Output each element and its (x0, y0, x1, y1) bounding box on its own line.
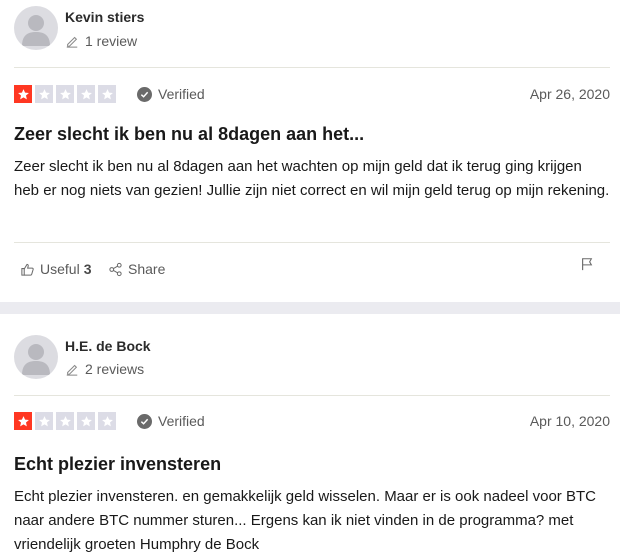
checkmark-icon (137, 86, 152, 102)
review-count-label: 1 review (85, 33, 138, 49)
reviewer-name[interactable]: H.E. de Bock (65, 338, 151, 354)
star-empty-icon (77, 85, 95, 103)
share-icon (109, 262, 122, 276)
star-empty-icon (56, 412, 74, 430)
avatar[interactable] (14, 335, 58, 379)
star-empty-icon (35, 412, 53, 430)
review-card: Kevin stiers 1 review Verified Apr 26, 2… (0, 0, 620, 302)
thumbs-up-icon (21, 263, 34, 276)
star-empty-icon (98, 85, 116, 103)
avatar[interactable] (14, 6, 58, 50)
checkmark-icon (137, 413, 152, 429)
verified-badge[interactable]: Verified (137, 86, 205, 102)
divider (14, 395, 610, 396)
divider (14, 67, 610, 68)
star-empty-icon (56, 85, 74, 103)
user-silhouette-icon (22, 15, 50, 46)
review-count-label: 2 reviews (85, 361, 145, 377)
review-body: Zeer slecht ik ben nu al 8dagen aan het … (14, 158, 610, 199)
useful-count: 3 (83, 261, 92, 277)
review-title[interactable]: Echt plezier invensteren (14, 454, 221, 475)
review-date: Apr 10, 2020 (529, 413, 610, 429)
star-empty-icon (35, 85, 53, 103)
verified-badge[interactable]: Verified (137, 413, 205, 429)
verified-label: Verified (158, 413, 205, 429)
star-filled-icon (14, 85, 32, 103)
useful-label: Useful (40, 261, 80, 277)
useful-button[interactable]: Useful 3 (20, 261, 91, 277)
reviewer-name[interactable]: Kevin stiers (65, 9, 144, 25)
review-card: H.E. de Bock 2 reviews Verified Apr 10, … (0, 314, 620, 560)
review-body: Echt plezier invensteren. en gemakkelijk… (14, 488, 596, 553)
verified-label: Verified (158, 86, 205, 102)
user-silhouette-icon (22, 344, 50, 375)
star-rating (14, 412, 119, 430)
star-empty-icon (77, 412, 95, 430)
divider (14, 242, 610, 243)
section-separator (0, 302, 620, 314)
pencil-icon (66, 36, 78, 48)
star-filled-icon (14, 412, 32, 430)
share-label: Share (128, 261, 166, 277)
star-empty-icon (98, 412, 116, 430)
reviewer-review-count: 2 reviews (65, 361, 144, 377)
reviewer-review-count: 1 review (65, 33, 137, 49)
review-title[interactable]: Zeer slecht ik ben nu al 8dagen aan het.… (14, 124, 364, 145)
flag-icon[interactable] (580, 257, 594, 271)
pencil-icon (66, 364, 78, 376)
star-rating (14, 85, 119, 103)
share-button[interactable]: Share (108, 261, 165, 277)
review-date: Apr 26, 2020 (529, 86, 610, 102)
